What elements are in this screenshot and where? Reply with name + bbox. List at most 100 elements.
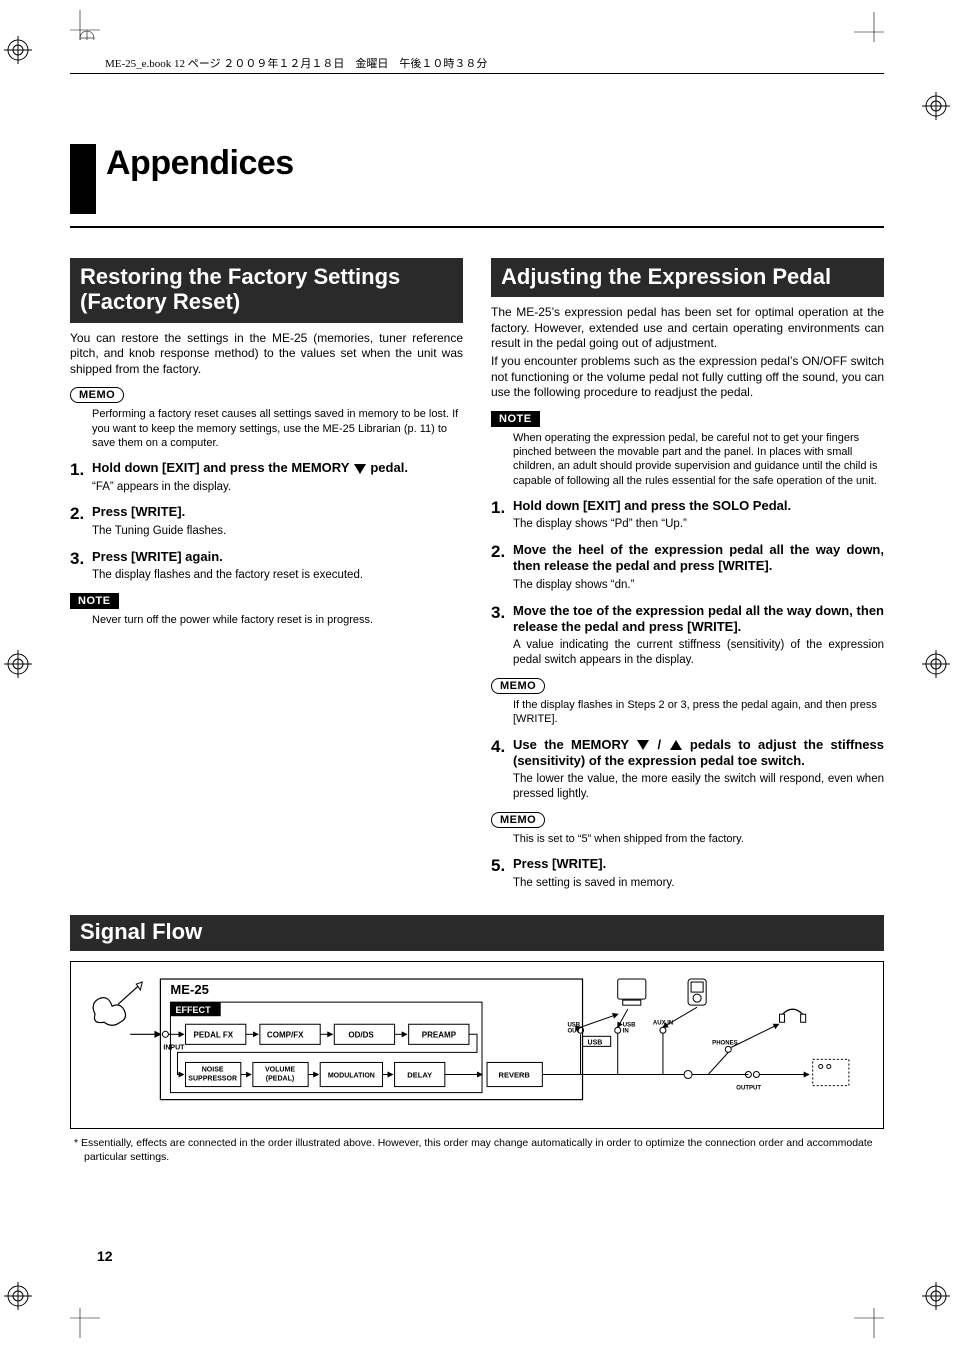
memo-body: This is set to “5” when shipped from the… bbox=[513, 832, 884, 846]
triangle-up-icon bbox=[670, 740, 682, 750]
step-inst-pre: Hold down [EXIT] and press the MEMORY bbox=[92, 460, 353, 475]
triangle-down-icon bbox=[637, 740, 649, 750]
registration-mark-icon bbox=[4, 36, 32, 64]
effect-box: MODULATION bbox=[328, 1072, 375, 1079]
running-head: ME-25_e.book 12 ページ ２００９年１２月１８日 金曜日 午後１０… bbox=[105, 55, 884, 71]
guitar-icon bbox=[93, 982, 142, 1025]
signal-flow-footnote: * Essentially, effects are connected in … bbox=[70, 1137, 884, 1164]
steps-list: 4. Use the MEMORY / pedals to adjust the… bbox=[491, 737, 884, 802]
step-3: 3. Move the toe of the expression pedal … bbox=[491, 603, 884, 668]
step-4: 4. Use the MEMORY / pedals to adjust the… bbox=[491, 737, 884, 802]
intro-text: You can restore the settings in the ME-2… bbox=[70, 331, 463, 378]
note-label: NOTE bbox=[70, 593, 119, 609]
crop-mark-icon bbox=[70, 1308, 100, 1338]
step-instruction: Hold down [EXIT] and press the MEMORY pe… bbox=[92, 460, 463, 476]
step-subtext: The lower the value, the more easily the… bbox=[513, 772, 884, 802]
section-heading-signal-flow: Signal Flow bbox=[70, 915, 884, 951]
step-subtext: The display shows “Pd” then “Up.” bbox=[513, 517, 884, 532]
step-subtext: The display shows “dn.” bbox=[513, 578, 884, 593]
crop-mark-icon bbox=[854, 1308, 884, 1338]
step-subtext: The Tuning Guide flashes. bbox=[92, 524, 463, 539]
step-number: 4. bbox=[491, 737, 513, 802]
effect-box: REVERB bbox=[499, 1070, 531, 1079]
memo-label: MEMO bbox=[491, 678, 545, 694]
crop-mark-icon bbox=[854, 12, 884, 42]
step-number: 3. bbox=[491, 603, 513, 668]
step-inst-pre: Use the MEMORY bbox=[513, 737, 636, 752]
signal-flow-svg: ME-25 EFFECT INPUT PEDAL FX COMP/FX bbox=[85, 974, 869, 1110]
memo-label: MEMO bbox=[70, 387, 124, 403]
page-number: 12 bbox=[97, 1248, 113, 1264]
note-body: When operating the expression pedal, be … bbox=[513, 431, 884, 488]
step-2: 2. Move the heel of the expression pedal… bbox=[491, 542, 884, 592]
step-inst-post: pedal. bbox=[367, 460, 408, 475]
io-label: OUT bbox=[567, 1028, 580, 1034]
headphones-icon bbox=[783, 1009, 803, 1014]
effect-box: DELAY bbox=[407, 1070, 432, 1079]
section-heading-expression-pedal: Adjusting the Expression Pedal bbox=[491, 258, 884, 297]
step-1: 1. Hold down [EXIT] and press the MEMORY… bbox=[70, 460, 463, 494]
signal-flow-diagram: ME-25 EFFECT INPUT PEDAL FX COMP/FX bbox=[70, 961, 884, 1130]
step-instruction: Hold down [EXIT] and press the SOLO Peda… bbox=[513, 498, 884, 514]
chapter-title: Appendices bbox=[106, 144, 294, 183]
registration-mark-icon bbox=[922, 1282, 950, 1310]
step-instruction: Move the heel of the expression pedal al… bbox=[513, 542, 884, 575]
note-body: Never turn off the power while factory r… bbox=[92, 613, 463, 627]
steps-list: 1. Hold down [EXIT] and press the MEMORY… bbox=[70, 460, 463, 583]
intro-text: If you encounter problems such as the ex… bbox=[491, 354, 884, 401]
intro-text: The ME-25’s expression pedal has been se… bbox=[491, 305, 884, 352]
step-instruction: Move the toe of the expression pedal all… bbox=[513, 603, 884, 636]
step-subtext: The setting is saved in memory. bbox=[513, 876, 884, 891]
io-label: IN bbox=[623, 1028, 629, 1034]
effect-box: OD/DS bbox=[348, 1030, 374, 1039]
io-label: USB bbox=[588, 1039, 603, 1046]
memo-body: Performing a factory reset causes all se… bbox=[92, 407, 463, 450]
io-input-label: INPUT bbox=[163, 1044, 185, 1051]
registration-mark-icon bbox=[4, 1282, 32, 1310]
step-instruction: Press [WRITE]. bbox=[92, 504, 463, 520]
effect-box: NOISE bbox=[202, 1066, 224, 1073]
effect-box: PEDAL FX bbox=[194, 1030, 234, 1039]
signal-flow-section: Signal Flow ME-25 bbox=[70, 915, 884, 1165]
registration-mark-icon bbox=[922, 92, 950, 120]
step-instruction: Use the MEMORY / pedals to adjust the st… bbox=[513, 737, 884, 770]
step-instruction: Press [WRITE] again. bbox=[92, 549, 463, 565]
effect-row-2: NOISE SUPPRESSOR VOLUME (PEDAL) MODULATI… bbox=[186, 1062, 543, 1086]
io-section: USB OUT USB USB IN AUX IN bbox=[542, 979, 849, 1092]
chapter-marker bbox=[70, 144, 96, 214]
step-number: 2. bbox=[70, 504, 92, 538]
effect-box: COMP/FX bbox=[267, 1030, 304, 1039]
step-number: 2. bbox=[491, 542, 513, 592]
column-left: Restoring the Factory Settings (Factory … bbox=[70, 258, 463, 891]
device-label: ME-25 bbox=[170, 982, 208, 997]
effect-row-1: PEDAL FX COMP/FX OD/DS PREAMP bbox=[186, 1024, 469, 1044]
step-3: 3. Press [WRITE] again. The display flas… bbox=[70, 549, 463, 583]
triangle-down-icon bbox=[354, 464, 366, 474]
step-subtext: The display flashes and the factory rese… bbox=[92, 568, 463, 583]
step-2: 2. Press [WRITE]. The Tuning Guide flash… bbox=[70, 504, 463, 538]
running-head-rule bbox=[70, 73, 884, 74]
memo-body: If the display flashes in Steps 2 or 3, … bbox=[513, 698, 884, 727]
section-heading-factory-reset: Restoring the Factory Settings (Factory … bbox=[70, 258, 463, 323]
step-number: 5. bbox=[491, 856, 513, 890]
step-instruction: Press [WRITE]. bbox=[513, 856, 884, 872]
effect-box: VOLUME bbox=[265, 1066, 295, 1073]
note-label: NOTE bbox=[491, 411, 540, 427]
step-number: 3. bbox=[70, 549, 92, 583]
io-label: PHONES bbox=[712, 1040, 737, 1046]
step-inst-mid: / bbox=[650, 737, 668, 752]
step-5: 5. Press [WRITE]. The setting is saved i… bbox=[491, 856, 884, 890]
column-right: Adjusting the Expression Pedal The ME-25… bbox=[491, 258, 884, 891]
steps-list: 1. Hold down [EXIT] and press the SOLO P… bbox=[491, 498, 884, 668]
step-subtext: A value indicating the current stiffness… bbox=[513, 638, 884, 668]
step-number: 1. bbox=[70, 460, 92, 494]
effect-box: (PEDAL) bbox=[266, 1075, 294, 1082]
steps-list: 5. Press [WRITE]. The setting is saved i… bbox=[491, 856, 884, 890]
effect-label: EFFECT bbox=[175, 1005, 211, 1015]
step-subtext: “FA” appears in the display. bbox=[92, 480, 463, 495]
memo-label: MEMO bbox=[491, 812, 545, 828]
effect-box: SUPPRESSOR bbox=[188, 1075, 237, 1082]
step-1: 1. Hold down [EXIT] and press the SOLO P… bbox=[491, 498, 884, 532]
io-label: OUTPUT bbox=[736, 1085, 761, 1091]
effect-box: PREAMP bbox=[422, 1030, 457, 1039]
